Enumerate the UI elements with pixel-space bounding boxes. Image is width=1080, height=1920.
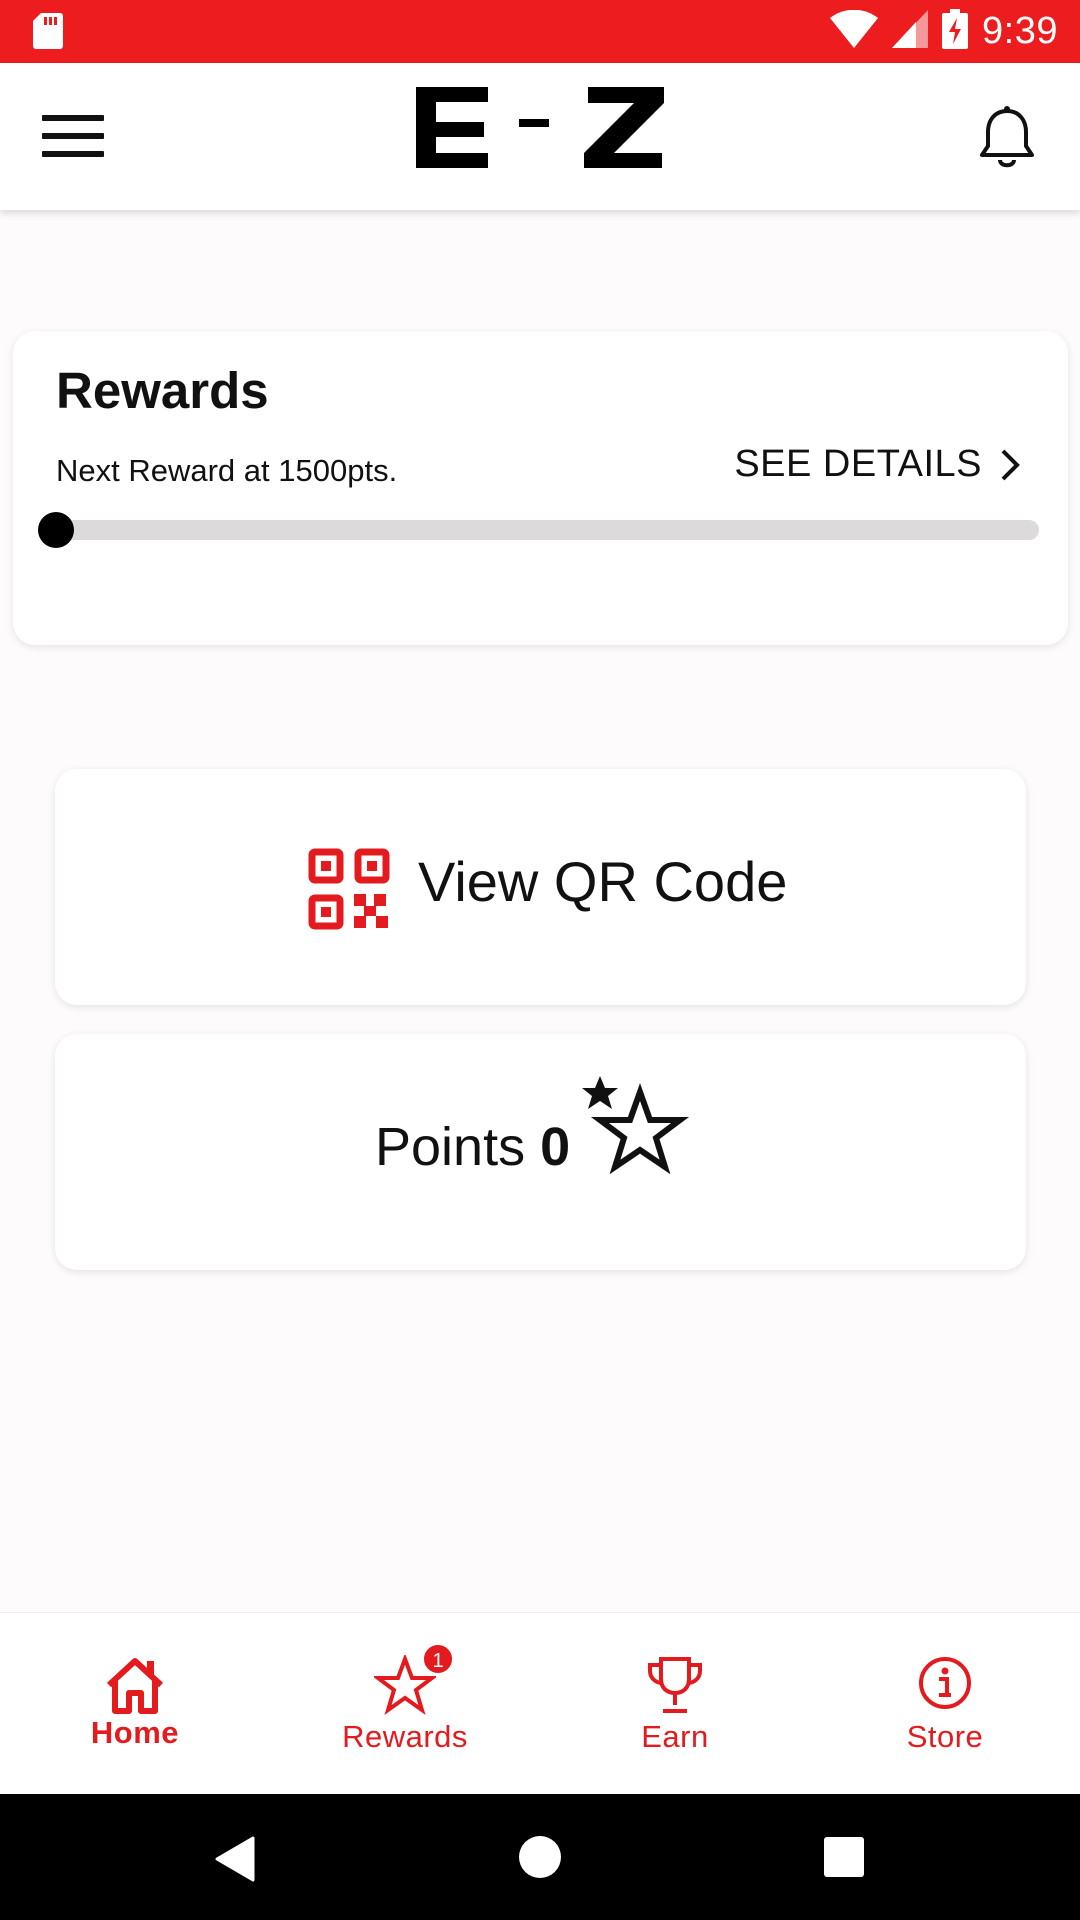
notifications-button[interactable]: [978, 105, 1036, 169]
nav-label-store: Store: [906, 1719, 984, 1754]
home-system-icon[interactable]: [519, 1836, 561, 1878]
see-details-link[interactable]: SEE DETAILS: [734, 443, 1020, 486]
nav-item-rewards[interactable]: 1 Rewards: [270, 1613, 540, 1795]
nav-label-home: Home: [90, 1715, 180, 1750]
home-icon: [103, 1655, 167, 1720]
system-navigation-bar: [0, 1794, 1080, 1920]
trophy-icon: [645, 1655, 705, 1720]
nav-label-earn: Earn: [641, 1719, 709, 1754]
next-reward-text: Next Reward at 1500pts.: [56, 453, 398, 488]
wifi-icon: [830, 9, 879, 53]
points-card[interactable]: Points 0: [55, 1034, 1026, 1270]
status-time: 9:39: [982, 10, 1058, 52]
rewards-card: Rewards Next Reward at 1500pts. SEE DETA…: [13, 331, 1068, 645]
rewards-progress-bar: [55, 520, 1039, 540]
view-qr-code-button[interactable]: View QR Code: [55, 769, 1026, 1005]
hamburger-line: [42, 151, 104, 157]
recent-apps-icon[interactable]: [824, 1837, 864, 1877]
points-label: Points: [375, 1117, 526, 1177]
points-value: 0: [540, 1117, 571, 1177]
points-text: Points 0: [375, 1116, 570, 1178]
app-logo: [414, 85, 664, 175]
stars-icon: [577, 1072, 689, 1197]
hamburger-menu-icon: [42, 115, 104, 121]
cell-signal-icon: [892, 10, 929, 53]
nav-item-home[interactable]: Home: [0, 1613, 270, 1795]
sd-card-icon: [33, 13, 63, 54]
menu-button[interactable]: [42, 115, 104, 161]
rewards-progress-knob: [38, 512, 74, 548]
view-qr-code-label: View QR Code: [418, 850, 788, 913]
rewards-badge: 1: [422, 1643, 454, 1675]
chevron-right-icon: [1001, 449, 1020, 480]
nav-item-store[interactable]: Store: [810, 1613, 1080, 1795]
bell-icon: [980, 106, 1034, 168]
bottom-navigation: Home 1 Rewards Earn Store: [0, 1612, 1080, 1794]
nav-item-earn[interactable]: Earn: [540, 1613, 810, 1795]
see-details-label: SEE DETAILS: [734, 443, 982, 485]
hamburger-line: [42, 133, 104, 139]
battery-charging-icon: [942, 9, 969, 54]
app-bar: [0, 63, 1080, 210]
nav-label-rewards: Rewards: [342, 1719, 468, 1754]
info-icon: [917, 1655, 973, 1716]
qr-code-icon: [308, 848, 390, 935]
rewards-title: Rewards: [56, 362, 269, 419]
status-bar: 9:39: [0, 0, 1080, 63]
back-icon[interactable]: [215, 1836, 255, 1887]
